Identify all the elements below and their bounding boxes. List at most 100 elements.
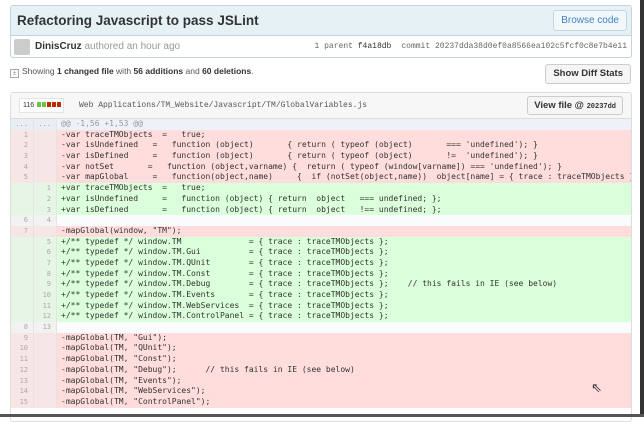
old-line-number[interactable]	[11, 279, 34, 290]
new-line-number[interactable]: 9	[34, 279, 57, 290]
old-line-number[interactable]	[11, 268, 34, 280]
diff-row-add: 10 +/** typedef */ window.TM.Events = { t…	[11, 290, 631, 301]
old-line-number[interactable]: 11	[11, 354, 34, 365]
old-line-number[interactable]: 3	[11, 151, 34, 162]
diff-row-ctx: 64	[11, 215, 631, 226]
old-line-number[interactable]: ...	[11, 119, 34, 130]
diffstat-block	[52, 102, 57, 107]
new-line-number[interactable]	[34, 225, 57, 237]
deletions-count: 60 deletions	[202, 66, 252, 76]
new-line-number[interactable]: 11	[34, 300, 57, 312]
old-line-number[interactable]: 8	[11, 322, 34, 333]
old-line-number[interactable]: 12	[11, 364, 34, 376]
new-line-number[interactable]	[34, 375, 57, 387]
old-line-number[interactable]: 9	[11, 332, 34, 344]
new-line-number[interactable]: 7	[34, 257, 57, 269]
old-line-number[interactable]: 4	[11, 161, 34, 173]
changed-files-link[interactable]: 1 changed file	[57, 66, 114, 76]
summary-and: and	[185, 66, 200, 76]
new-line-number[interactable]: 12	[34, 311, 57, 323]
parent-sha-link[interactable]: f4a18db	[358, 42, 392, 51]
code-line: -var notSet = function (object,varname) …	[57, 161, 631, 173]
old-line-number[interactable]: 1	[11, 129, 34, 141]
code-line: -mapGlobal(TM, "Const");	[57, 354, 631, 365]
diff-row-add: 5 +/** typedef */ window.TM = { trace : t…	[11, 236, 631, 248]
new-line-number[interactable]	[34, 140, 57, 152]
old-line-number[interactable]	[11, 300, 34, 312]
new-line-number[interactable]	[34, 343, 57, 355]
code-line: -var mapGlobal = function(object,name) {…	[57, 172, 631, 184]
code-line: +/** typedef */ window.TM.WebServices = …	[57, 300, 631, 312]
commit-title-bar: Refactoring Javascript to pass JSLint Br…	[11, 6, 631, 36]
new-line-number[interactable]	[34, 161, 57, 173]
code-line: +/** typedef */ window.TM.Events = { tra…	[57, 290, 631, 301]
old-line-number[interactable]: 7	[11, 225, 34, 237]
old-line-number[interactable]	[11, 204, 34, 216]
new-line-number[interactable]	[34, 354, 57, 365]
file-path: Web Applications/TM_Website/Javascript/T…	[79, 101, 368, 110]
old-line-number[interactable]	[11, 311, 34, 323]
old-line-number[interactable]	[11, 236, 34, 248]
code-line: +/** typedef */ window.TM.Debug = { trac…	[57, 279, 631, 290]
code-line: -mapGlobal(TM, "Debug"); // this fails i…	[57, 364, 631, 376]
new-line-number[interactable]: 1	[34, 183, 57, 194]
diff-row-add: 1 +var traceTMObjects = true;	[11, 183, 631, 194]
code-line: +var isDefined = function (object) { ret…	[57, 204, 631, 216]
view-file-button[interactable]: View file @ 20237dd	[527, 96, 623, 115]
new-line-number[interactable]: 4	[34, 215, 57, 226]
commit-shas: 1 parent f4a18db commit 20237dda38d0ef0a8…	[315, 42, 627, 51]
diffstat-bars	[36, 102, 62, 109]
diffstat-block	[57, 102, 62, 107]
old-line-number[interactable]: 10	[11, 343, 34, 355]
new-line-number[interactable]: 5	[34, 236, 57, 248]
diff-row-del: 14 -mapGlobal(TM, "WebServices");	[11, 386, 631, 397]
parent-label: 1 parent	[314, 42, 353, 51]
old-line-number[interactable]	[11, 290, 34, 301]
new-line-number[interactable]: 2	[34, 193, 57, 205]
code-line: +var isUndefined = function (object) { r…	[57, 193, 631, 205]
new-line-number[interactable]	[34, 172, 57, 184]
new-line-number[interactable]	[34, 364, 57, 376]
author-link[interactable]: DinisCruz	[35, 41, 82, 52]
old-line-number[interactable]	[11, 193, 34, 205]
old-line-number[interactable]: 6	[11, 215, 34, 226]
code-line: -mapGlobal(TM, "WebServices");	[57, 386, 631, 397]
code-line: @@ -1,56 +1,53 @@	[57, 119, 631, 130]
new-line-number[interactable]: 8	[34, 268, 57, 280]
diff-row-add: 6 +/** typedef */ window.TM.Gui = { trace…	[11, 247, 631, 258]
avatar[interactable]	[14, 39, 30, 55]
additions-count: 56 additions	[133, 66, 184, 76]
new-line-number[interactable]	[34, 332, 57, 344]
old-line-number[interactable]: 2	[11, 140, 34, 152]
diff-row-del: 15 -mapGlobal(TM, "ControlPanel");	[11, 396, 631, 408]
authored-time: authored an hour ago	[84, 41, 181, 52]
diffstat-block	[42, 102, 47, 107]
new-line-number[interactable]: 13	[34, 322, 57, 333]
old-line-number[interactable]	[11, 257, 34, 269]
mouse-cursor-icon: ⇖	[591, 380, 602, 395]
new-line-number[interactable]: 6	[34, 247, 57, 258]
diff-row-add: 11 +/** typedef */ window.TM.WebServices …	[11, 300, 631, 312]
old-line-number[interactable]	[11, 183, 34, 194]
diff-row-add: 3 +var isDefined = function (object) { re…	[11, 204, 631, 216]
browse-code-button[interactable]: Browse code	[553, 10, 627, 31]
show-diff-stats-button[interactable]: Show Diff Stats	[545, 64, 631, 84]
diff-row-add: 12 +/** typedef */ window.TM.ControlPanel…	[11, 311, 631, 323]
new-line-number[interactable]	[34, 151, 57, 162]
new-line-number[interactable]	[34, 129, 57, 141]
code-line: +var traceTMObjects = true;	[57, 183, 631, 194]
new-line-number[interactable]: 3	[34, 204, 57, 216]
old-line-number[interactable]: 13	[11, 375, 34, 387]
old-line-number[interactable]	[11, 247, 34, 258]
old-line-number[interactable]: 15	[11, 396, 34, 408]
new-line-number[interactable]: ...	[34, 119, 57, 130]
new-line-number[interactable]	[34, 386, 57, 397]
old-line-number[interactable]: 14	[11, 386, 34, 397]
diff-summary: ± Showing 1 changed file with 56 addition…	[10, 66, 254, 78]
diff-row-add: 2 +var isUndefined = function (object) { …	[11, 193, 631, 205]
code-line: -var traceTMObjects = true;	[57, 129, 631, 141]
new-line-number[interactable]	[34, 396, 57, 408]
code-line: +/** typedef */ window.TM.QUnit = { trac…	[57, 257, 631, 269]
old-line-number[interactable]: 5	[11, 172, 34, 184]
new-line-number[interactable]: 10	[34, 290, 57, 301]
